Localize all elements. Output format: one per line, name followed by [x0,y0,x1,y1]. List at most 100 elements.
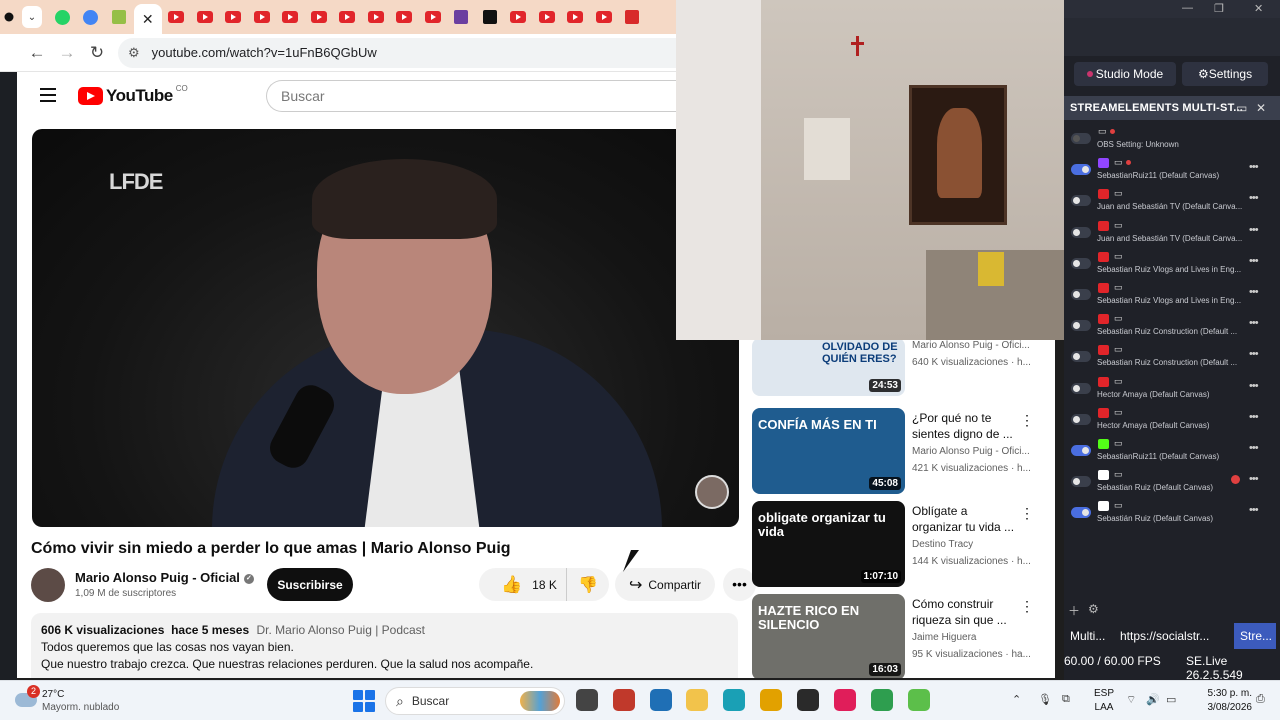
wifi-icon[interactable]: ⌔ [1126,693,1136,707]
dock-close-icon[interactable]: ✕ [1256,96,1266,120]
row-menu-icon[interactable]: ••• [1249,161,1259,173]
volume-icon[interactable]: 🔊 [1146,693,1160,706]
browser-tab[interactable] [162,0,191,34]
battery-icon[interactable]: ▭ [1166,693,1176,706]
enable-toggle[interactable] [1071,413,1091,425]
related-thumbnail[interactable]: HAZTE RICO EN SILENCIO 16:03 [752,594,905,678]
browser-tab[interactable] [77,0,106,34]
reload-icon[interactable]: ↻ [82,43,112,63]
settings-button[interactable]: ⚙ Settings [1182,62,1268,86]
taskbar-search[interactable]: ⌕ Buscar [385,687,565,715]
enable-toggle[interactable] [1071,445,1091,456]
related-channel[interactable]: Destino Tracy [912,539,1042,550]
row-menu-icon[interactable]: ••• [1249,442,1259,454]
related-video-item[interactable]: HAZTE RICO EN SILENCIO 16:03 Cómo construi… [752,594,1052,678]
browser-tab[interactable] [105,0,134,34]
browser-tab[interactable] [333,0,362,34]
maximize-icon[interactable]: ❐ [1214,2,1224,15]
kebab-menu-icon[interactable]: ⋮ [1020,412,1034,429]
enable-toggle[interactable] [1071,382,1091,394]
dock-tab[interactable]: Multi... [1064,623,1114,649]
related-title[interactable]: Oblígate a organizar tu vida ... [912,503,1020,535]
description-box[interactable]: 606 K visualizaciones hace 5 meses Dr. M… [31,613,738,678]
browser-tab[interactable] [504,0,533,34]
task-view-icon[interactable] [576,689,598,711]
browser-tab[interactable] [419,0,448,34]
enable-toggle[interactable] [1071,351,1091,363]
brave-icon[interactable] [613,689,635,711]
row-menu-icon[interactable]: ••• [1249,192,1259,204]
browser-tab[interactable] [48,0,77,34]
gear-icon[interactable]: ⚙ [1088,602,1099,616]
tiktok-icon[interactable] [834,689,856,711]
browser-tab[interactable] [447,0,476,34]
dock-tab-active[interactable]: Stre... [1234,623,1276,649]
enable-toggle[interactable] [1071,257,1091,269]
related-channel[interactable]: Mario Alonso Puig - Ofici... [912,446,1042,457]
greenshot-icon[interactable] [908,689,930,711]
add-icon[interactable]: ＋ [1068,602,1080,619]
browser-tab[interactable] [561,0,590,34]
close-window-icon[interactable]: ✕ [1254,2,1263,15]
dock-tab[interactable]: https://socialstr... [1114,623,1232,649]
url-field[interactable]: ⚙ youtube.com/watch?v=1uFnB6QGbUw [118,37,676,68]
windows-start-icon[interactable] [353,690,375,712]
row-menu-icon[interactable]: ••• [1249,473,1259,485]
enable-toggle[interactable] [1071,195,1091,207]
tab-search-icon[interactable]: ⌄ [22,6,42,28]
minimize-icon[interactable]: — [1182,2,1193,14]
row-menu-icon[interactable]: ••• [1249,224,1259,236]
channel-name[interactable]: Mario Alonso Puig - Oficial ✓ [75,570,254,585]
search-input[interactable]: Buscar [266,80,681,112]
dislike-button[interactable]: 👎 [567,575,609,595]
row-menu-icon[interactable]: ••• [1249,286,1259,298]
chrome-profile-icon[interactable] [871,689,893,711]
tray-app-icon[interactable]: ⧉ [1062,693,1070,706]
studio-mode-button[interactable]: Studio Mode [1074,62,1176,86]
kebab-menu-icon[interactable]: ⋮ [1020,505,1034,522]
enable-toggle[interactable] [1071,320,1091,332]
related-video-item[interactable]: obligate organizar tu vida 1:07:10 Oblígat… [752,501,1052,589]
menu-icon[interactable] [40,88,56,102]
chrome-icon[interactable] [760,689,782,711]
kebab-menu-icon[interactable]: ⋮ [1020,598,1034,615]
close-icon[interactable]: ✕ [142,11,154,28]
related-thumbnail[interactable]: OLVIDADO DE QUIÉN ERES? 24:53 [752,338,905,396]
language-indicator[interactable]: ESP LAA [1094,687,1114,715]
row-menu-icon[interactable]: ••• [1249,411,1259,423]
obs-icon[interactable] [797,689,819,711]
row-menu-icon[interactable]: ••• [1249,255,1259,267]
related-title[interactable]: Cómo construir riqueza sin que ... [912,596,1020,628]
browser-tab[interactable] [476,0,505,34]
forward-icon[interactable]: → [52,43,82,63]
dock-float-icon[interactable]: ▭ [1236,96,1248,120]
back-icon[interactable]: ← [22,43,52,63]
browser-tab[interactable]: ✕ [133,4,162,34]
row-menu-icon[interactable]: ••• [1249,380,1259,392]
tray-overflow-icon[interactable]: ⌃ [1012,693,1021,706]
like-button[interactable]: 👍 18 K [479,568,567,601]
browser-tab[interactable] [533,0,562,34]
browser-tab[interactable] [618,0,647,34]
store-icon[interactable] [650,689,672,711]
browser-tab[interactable] [305,0,334,34]
browser-tab[interactable] [191,0,220,34]
channel-avatar[interactable] [31,568,65,602]
subscribe-button[interactable]: Suscribirse [267,568,353,601]
related-title[interactable]: ¿Por qué no te sientes digno de ... [912,410,1020,442]
related-channel[interactable]: Jaime Higuera [912,632,1042,643]
enable-toggle[interactable] [1071,164,1091,176]
enable-toggle[interactable] [1071,476,1091,488]
share-button[interactable]: ↪ Compartir [615,568,715,601]
explorer-icon[interactable] [686,689,708,711]
enable-toggle[interactable] [1071,289,1091,300]
related-video-item[interactable]: CONFÍA MÁS EN TI 45:08 ¿Por qué no te sien… [752,408,1052,496]
browser-tab[interactable] [276,0,305,34]
browser-tab[interactable] [390,0,419,34]
microphone-icon[interactable]: 🎙 [1038,693,1052,706]
description-tag[interactable]: Dr. Mario Alonso Puig | Podcast [256,623,425,637]
related-thumbnail[interactable]: obligate organizar tu vida 1:07:10 [752,501,905,587]
related-channel[interactable]: Mario Alonso Puig - Ofici... [912,340,1042,351]
clock[interactable]: 5:30 p. m. 3/08/2026 [1192,687,1253,715]
chrome-system-icon[interactable] [0,0,18,34]
